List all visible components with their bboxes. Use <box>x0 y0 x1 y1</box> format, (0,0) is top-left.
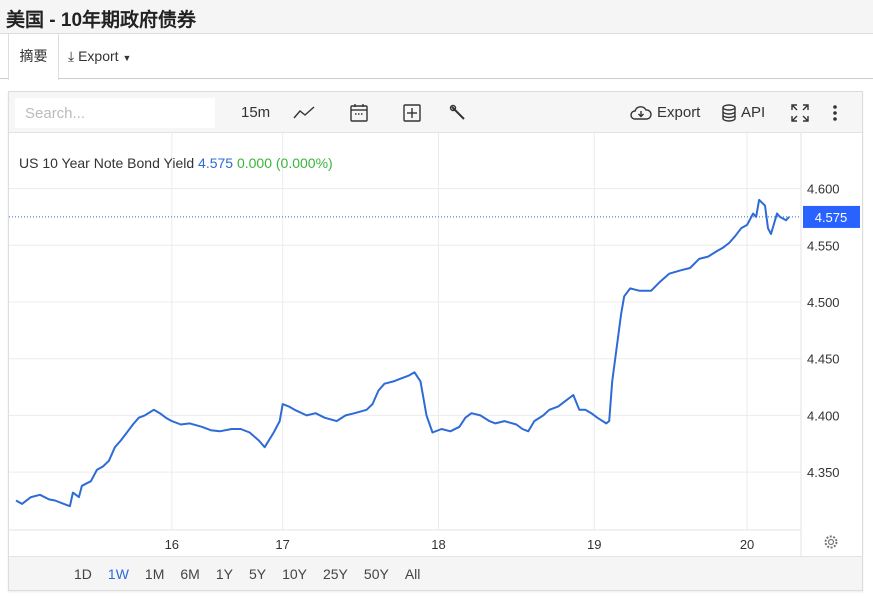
range-1w[interactable]: 1W <box>108 557 129 590</box>
x-tick-label: 17 <box>275 537 289 552</box>
page-title: 美国 - 10年期政府债券 <box>6 10 197 31</box>
chart-widget: 15m Export API 4.600 4.550 4.500 4.450 4.400… <box>8 91 863 591</box>
series-line <box>15 198 790 508</box>
line-chart-icon <box>293 105 315 118</box>
range-selector: 1D 1W 1M 6M 1Y 5Y 10Y 25Y 50Y All <box>9 556 862 590</box>
add-indicator-button[interactable] <box>402 92 422 133</box>
y-tick-label: 4.450 <box>807 352 840 367</box>
database-icon <box>722 103 736 122</box>
export-label: Export <box>78 48 119 64</box>
chart-toolbar: 15m Export API <box>9 92 862 133</box>
interval-button[interactable]: 15m <box>241 92 270 133</box>
range-1y[interactable]: 1Y <box>216 557 233 590</box>
more-vertical-icon <box>833 104 837 121</box>
wrench-icon <box>449 104 465 120</box>
legend-symbol-name: US 10 Year Note Bond Yield <box>19 155 195 171</box>
x-tick-label: 18 <box>431 537 445 552</box>
title-bar: 美国 - 10年期政府债券 <box>0 0 873 34</box>
settings-tool-button[interactable] <box>449 92 467 133</box>
plus-square-icon <box>403 103 421 122</box>
gear-icon[interactable] <box>823 534 839 550</box>
x-tick-label: 16 <box>165 537 179 552</box>
y-tick-label: 4.350 <box>807 465 840 480</box>
range-25y[interactable]: 25Y <box>323 557 348 590</box>
legend-value: 4.575 <box>198 155 234 171</box>
download-icon: ⤓ <box>68 48 75 64</box>
legend-change: 0.000 (0.000%) <box>236 155 333 171</box>
last-price-label: 4.575 <box>815 210 848 225</box>
fullscreen-button[interactable] <box>790 92 810 133</box>
tab-bar: 摘要 ⤓ Export ▼ <box>0 34 873 80</box>
chart-type-button[interactable] <box>293 92 315 133</box>
api-label: API <box>741 104 766 121</box>
cloud-download-icon <box>630 105 652 120</box>
more-menu-button[interactable] <box>832 92 838 133</box>
range-6m[interactable]: 6M <box>180 557 199 590</box>
chart-legend: US 10 Year Note Bond Yield 4.575 0.000 (… <box>19 155 333 171</box>
symbol-search-input[interactable] <box>15 98 215 128</box>
export-button[interactable]: Export <box>630 92 700 133</box>
range-1d[interactable]: 1D <box>74 557 92 590</box>
range-50y[interactable]: 50Y <box>364 557 389 590</box>
tab-summary[interactable]: 摘要 <box>8 34 59 80</box>
y-tick-label: 4.550 <box>807 238 840 253</box>
date-range-button[interactable] <box>349 92 369 133</box>
export-dropdown[interactable]: ⤓ Export ▼ <box>68 34 131 79</box>
y-tick-label: 4.600 <box>807 182 840 197</box>
fullscreen-icon <box>791 103 809 122</box>
calendar-icon <box>350 103 368 122</box>
api-button[interactable]: API <box>722 92 765 133</box>
price-chart[interactable]: 4.600 4.550 4.500 4.450 4.400 4.350 16 17 18 19 20… <box>9 133 862 556</box>
range-10y[interactable]: 10Y <box>282 557 307 590</box>
range-1m[interactable]: 1M <box>145 557 164 590</box>
y-tick-label: 4.400 <box>807 408 840 423</box>
x-tick-label: 20 <box>740 537 754 552</box>
export-label: Export <box>657 104 701 121</box>
range-5y[interactable]: 5Y <box>249 557 266 590</box>
y-tick-label: 4.500 <box>807 295 840 310</box>
x-tick-label: 19 <box>587 537 601 552</box>
range-all[interactable]: All <box>405 557 421 590</box>
caret-down-icon: ▼ <box>122 53 132 63</box>
